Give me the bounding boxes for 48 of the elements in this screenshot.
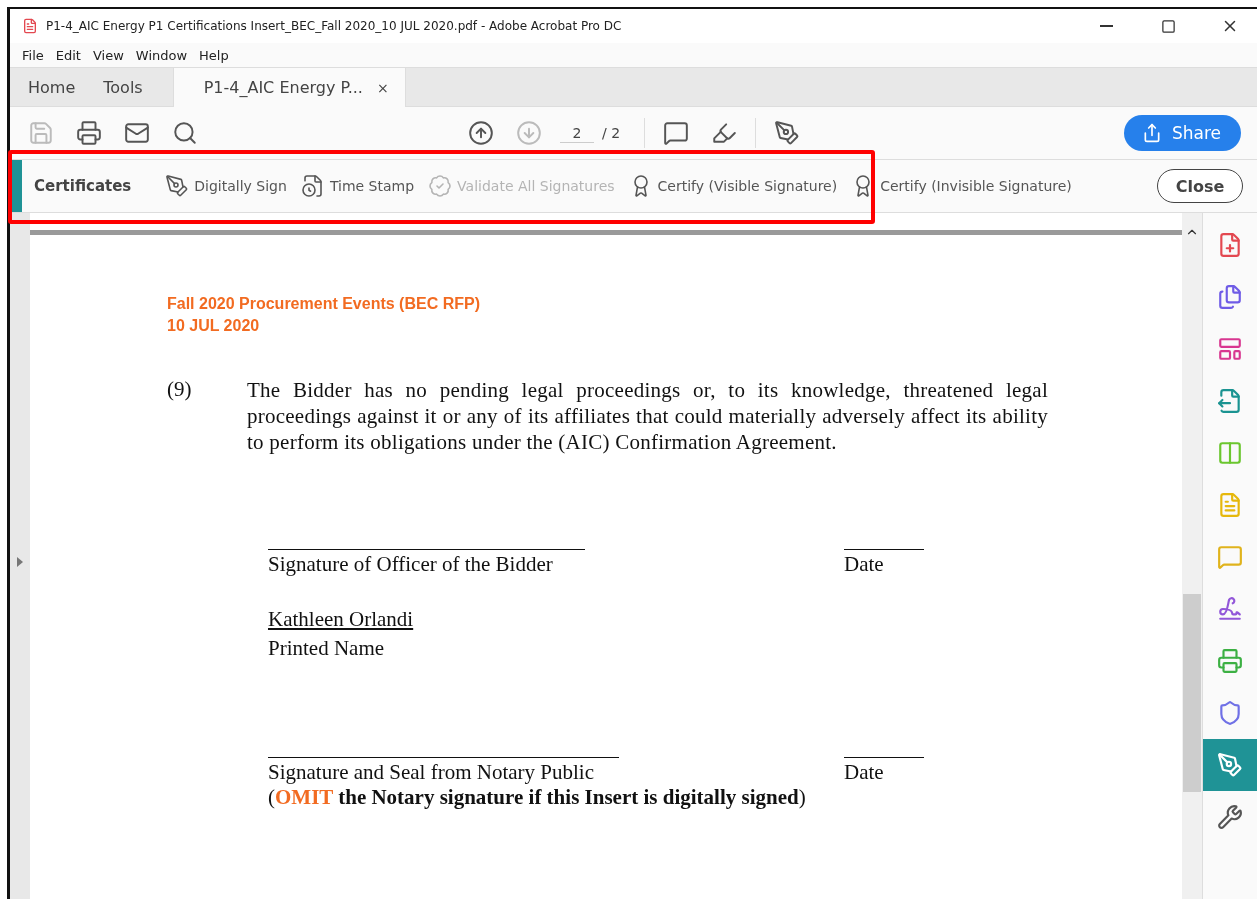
menu-item[interactable]: View: [86, 47, 130, 63]
share-button[interactable]: Share: [1123, 115, 1241, 151]
menu-item[interactable]: File: [16, 47, 50, 63]
badge-check-icon: [428, 174, 453, 198]
menu-item[interactable]: Edit: [49, 47, 87, 63]
menu-item[interactable]: Help: [193, 47, 235, 63]
file-clock-icon: [300, 174, 325, 198]
printer-icon: [76, 120, 102, 146]
arrow-up-icon: [468, 120, 494, 146]
signature-line-label: Signature of Officer of the Bidder: [268, 549, 585, 577]
pdf-file-icon: [22, 18, 38, 34]
close-tool-button[interactable]: Close: [1157, 169, 1243, 203]
item-number: (9): [167, 377, 193, 403]
notary-note: (OMIT the Notary signature if this Insert is digitally signed): [268, 785, 807, 810]
certificate-tool-button[interactable]: Time Stamp: [300, 174, 415, 198]
tab[interactable]: Tools: [93, 68, 153, 107]
search-icon: [172, 120, 198, 146]
highlighter-icon: [711, 120, 738, 146]
printed-name: Kathleen Orlandi: [268, 607, 415, 632]
date-line-label: Date: [844, 549, 924, 577]
certificate-tool-button[interactable]: Certify (Invisible Signature): [851, 174, 1072, 198]
paragraph: The Bidder has no pending legal proceedings or, to its knowledge, threatened legal proceedings against it or any of its affiliates that could materially adversely affect its ability to perform its obligations under the (AIC) Confirmation Agreement.: [247, 377, 1048, 455]
tab-close-button[interactable]: ×: [376, 79, 389, 96]
pen-icon: [165, 174, 190, 198]
tab[interactable]: Home: [18, 68, 86, 107]
comment-icon: [663, 120, 690, 146]
certificate-tool-button[interactable]: Certify (Visible Signature): [628, 174, 838, 198]
certificate-tool-button[interactable]: Digitally Sign: [165, 174, 287, 198]
expand-panel-icon[interactable]: [17, 557, 23, 567]
maximize-icon: [1160, 18, 1176, 34]
minimize-icon: [1099, 25, 1113, 27]
menu-item[interactable]: Window: [129, 47, 194, 63]
toolbar-title: Certificates: [34, 177, 132, 195]
pen-icon: [774, 120, 801, 146]
envelope-icon: [124, 120, 150, 146]
printed-name-label: Printed Name: [268, 636, 386, 661]
document-header: 10 JUL 2020: [167, 316, 261, 336]
date-line-label: Date: [844, 757, 924, 785]
document-header: Fall 2020 Procurement Events (BEC RFP): [167, 294, 481, 314]
signature-line-label: Signature and Seal from Notary Public: [268, 757, 619, 785]
window-title: P1-4_AIC Energy P1 Certifications Insert_BEC_Fall 2020_10 JUL 2020.pdf - Adobe Acrobat Pro DC: [46, 19, 623, 33]
page-number-field[interactable]: 2: [560, 123, 594, 143]
page-count: / 2: [602, 125, 621, 141]
arrow-down-icon: [516, 120, 542, 146]
scrollbar-thumb[interactable]: [1183, 594, 1202, 792]
pen-tool-button[interactable]: [1203, 739, 1257, 791]
tab[interactable]: P1-4_AIC Energy P... ×: [172, 68, 406, 107]
save-icon: [28, 120, 54, 146]
